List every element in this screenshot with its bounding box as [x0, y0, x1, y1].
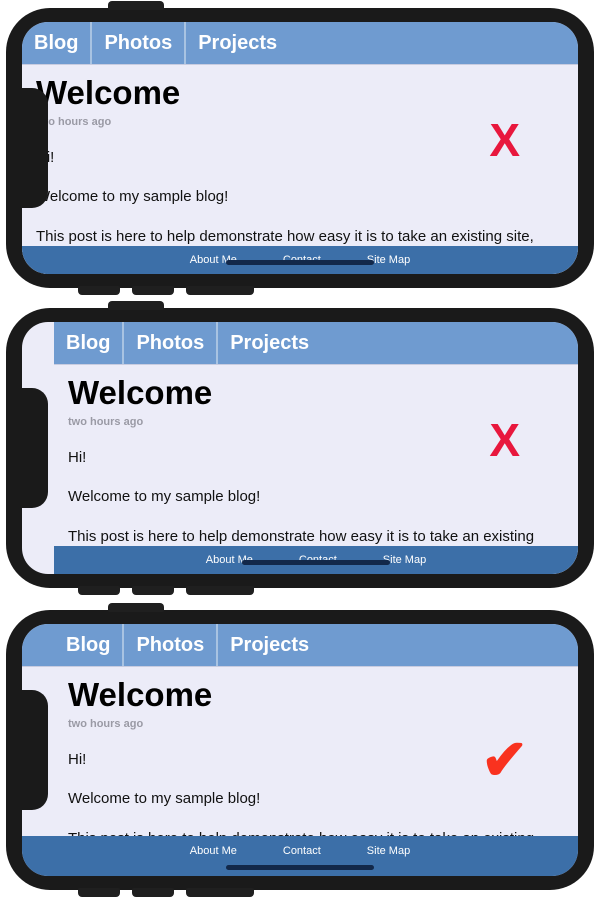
phone-frame-3: Blog Photos Projects Welcome two hours a…	[6, 603, 594, 897]
hardware-button-volume-up-3[interactable]	[132, 888, 174, 897]
nav-item-projects-2[interactable]: Projects	[218, 322, 578, 364]
nav-item-label: Blog	[34, 31, 79, 54]
nav-item-projects-3[interactable]: Projects	[218, 624, 578, 666]
post-content-1: Welcome two hours ago Hi! Welcome to my …	[22, 64, 578, 274]
nav-item-photos-1[interactable]: Photos	[92, 22, 187, 64]
home-indicator-2	[242, 560, 390, 565]
display-notch-1	[22, 88, 48, 208]
web-page-3: Blog Photos Projects Welcome two hours a…	[22, 624, 578, 876]
post-title-2: Welcome	[68, 374, 213, 411]
nav-item-blog-2[interactable]: Blog	[54, 322, 125, 364]
hardware-button-silent-3[interactable]	[108, 603, 164, 612]
hardware-button-power-1[interactable]	[186, 286, 254, 295]
hardware-button-silent-1[interactable]	[108, 1, 164, 10]
footer-links-3: About Me Contact Site Map	[190, 836, 410, 864]
hardware-button-volume-up-2[interactable]	[132, 586, 174, 595]
hardware-button-volume-up-1[interactable]	[132, 286, 174, 295]
phone-screen-3: Blog Photos Projects Welcome two hours a…	[22, 624, 578, 876]
display-notch-2	[22, 388, 48, 508]
home-indicator-3	[226, 865, 374, 870]
phone-screen-1: Blog Photos Projects Welcome two hours a…	[22, 22, 578, 274]
nav-item-photos-3[interactable]: Photos	[124, 624, 219, 666]
site-footer-3: About Me Contact Site Map	[22, 836, 578, 876]
nav-item-blog-3[interactable]: Blog	[54, 624, 125, 666]
phone-frame-1: Blog Photos Projects Welcome two hours a…	[6, 1, 594, 295]
post-title-3: Welcome	[68, 676, 213, 713]
nav-item-label: Photos	[104, 31, 173, 54]
hardware-button-volume-down-1[interactable]	[78, 286, 120, 295]
post-paragraph-2-b: Welcome to my sample blog!	[68, 488, 261, 506]
hardware-button-power-3[interactable]	[186, 888, 254, 897]
post-content-2: Welcome two hours ago Hi! Welcome to my …	[54, 364, 578, 574]
status-mark-check-3: ✔	[481, 728, 528, 791]
hardware-button-volume-down-2[interactable]	[78, 586, 120, 595]
nav-item-label: Projects	[230, 331, 310, 354]
web-page-2: Blog Photos Projects Welcome two hours a…	[22, 322, 578, 574]
nav-item-projects-1[interactable]: Projects	[186, 22, 578, 64]
nav-item-label: Photos	[136, 633, 205, 656]
nav-item-label: Projects	[230, 633, 310, 656]
phone-screen-2: Blog Photos Projects Welcome two hours a…	[22, 322, 578, 574]
status-mark-cross-2: X	[489, 414, 520, 466]
post-meta-1: two hours ago	[36, 115, 112, 128]
footer-link-about-me-3[interactable]: About Me	[190, 845, 237, 857]
nav-item-blog-1[interactable]: Blog	[22, 22, 93, 64]
hardware-button-volume-down-3[interactable]	[78, 888, 120, 897]
nav-item-label: Projects	[198, 31, 278, 54]
site-navbar-2: Blog Photos Projects	[54, 322, 578, 365]
site-footer-1: About Me Contact Site Map	[22, 246, 578, 274]
nav-item-label: Blog	[66, 633, 111, 656]
post-paragraph-1-a: Hi!	[36, 148, 564, 168]
hardware-button-power-2[interactable]	[186, 586, 254, 595]
phone-frame-2: Blog Photos Projects Welcome two hours a…	[6, 301, 594, 595]
site-navbar-3: Blog Photos Projects	[22, 624, 578, 667]
post-meta-2: two hours ago	[68, 415, 144, 428]
post-paragraph-3-b: Welcome to my sample blog!	[68, 790, 261, 808]
home-indicator-1	[226, 260, 374, 265]
post-title-1: Welcome	[36, 74, 181, 111]
post-paragraph-2-a: Hi!	[68, 448, 87, 466]
site-navbar-1: Blog Photos Projects	[22, 22, 578, 65]
status-mark-cross-1: X	[489, 114, 520, 166]
site-footer-2: About Me Contact Site Map	[54, 546, 578, 574]
display-notch-3	[22, 690, 48, 810]
nav-item-label: Photos	[136, 331, 205, 354]
nav-item-photos-2[interactable]: Photos	[124, 322, 219, 364]
footer-link-site-map-3[interactable]: Site Map	[367, 845, 410, 857]
post-paragraph-1-b: Welcome to my sample blog!	[36, 188, 229, 206]
footer-link-contact-3[interactable]: Contact	[283, 845, 321, 857]
hardware-button-silent-2[interactable]	[108, 301, 164, 310]
nav-item-label: Blog	[66, 331, 111, 354]
web-page-1: Blog Photos Projects Welcome two hours a…	[22, 22, 578, 274]
